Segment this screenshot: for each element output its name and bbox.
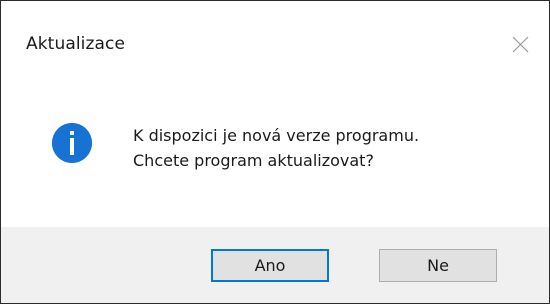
dialog-window: Aktualizace K dispozici je nová verze pr… xyxy=(0,0,550,304)
info-icon xyxy=(52,123,92,163)
dialog-content: K dispozici je nová verze programu. Chce… xyxy=(1,87,549,227)
message-line-1: K dispozici je nová verze programu. xyxy=(133,126,420,145)
message-line-2: Chcete program aktualizovat? xyxy=(133,151,374,170)
close-button[interactable] xyxy=(491,23,549,65)
yes-button[interactable]: Ano xyxy=(211,249,329,282)
dialog-title: Aktualizace xyxy=(26,34,126,54)
button-bar: Ano Ne xyxy=(1,227,549,303)
close-icon xyxy=(512,36,528,52)
title-bar: Aktualizace xyxy=(1,1,549,87)
dialog-message: K dispozici je nová verze programu. Chce… xyxy=(133,123,419,173)
no-button[interactable]: Ne xyxy=(379,249,497,282)
